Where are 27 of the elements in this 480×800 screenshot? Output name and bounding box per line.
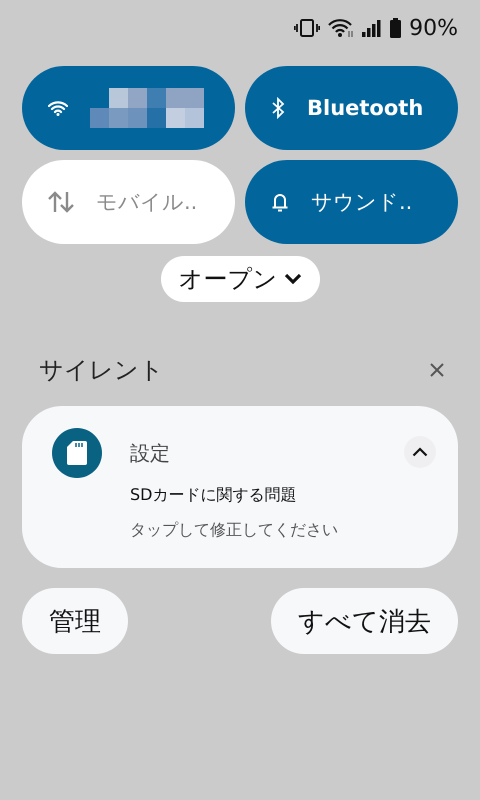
app-icon [52,428,102,478]
vibrate-icon [294,19,320,37]
bluetooth-tile[interactable]: Bluetooth [245,66,458,150]
manage-button[interactable]: 管理 [22,588,128,654]
up-down-arrows-icon [48,190,74,214]
section-title: サイレント [39,355,164,386]
collapse-button[interactable] [404,436,436,468]
tile-label: サウンド.. [311,189,412,216]
close-icon[interactable] [430,363,444,377]
chevron-up-icon [412,447,428,457]
notification-card[interactable]: 設定 SDカードに関する問題 タップして修正してください [22,406,458,568]
bell-icon [271,191,289,213]
chevron-down-icon [284,273,302,285]
battery-percentage: 90% [409,16,458,40]
bluetooth-icon [271,97,285,119]
app-name: 設定 [130,440,171,467]
wifi-icon [48,100,68,116]
notification-title: SDカードに関する問題 [130,485,298,506]
battery-icon [390,18,402,38]
tile-label: モバイル.. [96,189,198,216]
sound-tile[interactable]: サウンド.. [245,160,458,244]
notification-text: タップして修正してください [130,520,338,541]
tile-label: Bluetooth [307,96,424,120]
signal-icon [362,19,382,37]
open-button[interactable]: オープン [160,256,320,302]
clear-all-button[interactable]: すべて消去 [271,588,458,654]
wifi-icon [328,18,354,38]
